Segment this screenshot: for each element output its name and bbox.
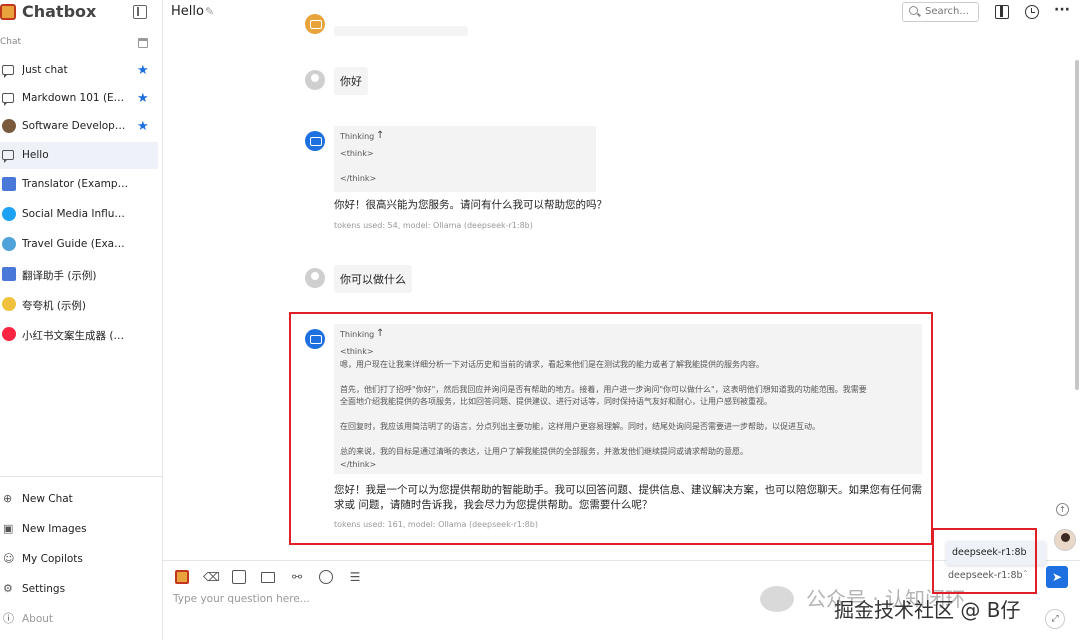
search-input[interactable]: [925, 6, 977, 17]
session-label: 小红书文案生成器 (示例): [22, 330, 130, 342]
split-view-icon[interactable]: [995, 5, 1009, 19]
nav-label: New Images: [22, 523, 87, 535]
sidebar-item-just-chat[interactable]: Just chat ★: [0, 57, 158, 84]
chat-section-header: Chat: [0, 36, 163, 50]
image-upload-icon[interactable]: [232, 570, 246, 584]
watermark-line2: 掘金技术社区 @ B仔: [834, 598, 1021, 622]
star-icon[interactable]: ★: [137, 91, 149, 106]
chat-icon: [2, 93, 14, 106]
session-label: Social Media Influencer (Example): [22, 208, 130, 220]
thinking-label: Thinking: [340, 132, 375, 141]
chat-title: Hello: [171, 4, 204, 19]
message-input[interactable]: [173, 593, 733, 613]
folder-icon[interactable]: [261, 572, 275, 583]
session-label: 翻译助手 (示例): [22, 270, 97, 282]
assistant-message: 你好！很高兴能为您服务。请问有什么我可以帮助您的吗？: [334, 199, 607, 211]
sliders-icon[interactable]: ☰: [348, 570, 362, 584]
globe-icon[interactable]: [319, 570, 333, 584]
model-highlight-box: [932, 528, 1037, 594]
sidebar-item-travel-guide[interactable]: Travel Guide (Example): [0, 231, 158, 258]
user-profile-avatar[interactable]: [1054, 529, 1076, 551]
globe-avatar-icon: [2, 237, 16, 251]
brand: Chatbox: [0, 0, 163, 26]
token-usage: tokens used: 54, model: Ollama (deepseek…: [334, 221, 533, 230]
expand-icon[interactable]: ⤢: [1045, 609, 1065, 629]
robot-icon: ☺: [3, 552, 15, 565]
edit-title-icon[interactable]: ✎: [205, 5, 214, 18]
section-label: Chat: [0, 37, 22, 47]
new-images-button[interactable]: ▣ New Images: [0, 515, 160, 543]
user-message: 你好: [334, 67, 368, 95]
nav-label: My Copilots: [22, 553, 83, 565]
developer-avatar-icon: [2, 119, 16, 133]
star-icon[interactable]: ★: [137, 119, 149, 134]
previous-message-partial: [334, 26, 468, 36]
sidebar-item-markdown[interactable]: Markdown 101 (Example) ★: [0, 85, 158, 112]
sidebar-item-praise-bot[interactable]: 夸夸机 (示例): [0, 291, 158, 318]
chat-icon: [2, 150, 14, 163]
link-icon[interactable]: ⚯: [290, 570, 304, 584]
nav-label: New Chat: [22, 493, 73, 505]
chat-icon: [2, 65, 14, 78]
plus-circle-icon: ⊕: [3, 492, 13, 505]
send-button[interactable]: ➤: [1046, 566, 1068, 588]
sidebar-item-social-media[interactable]: Social Media Influencer (Example): [0, 201, 158, 228]
session-label: 夸夸机 (示例): [22, 300, 87, 312]
messages-scrollbar[interactable]: [1075, 60, 1079, 390]
search-icon: [909, 6, 918, 15]
xhs-avatar-icon: [2, 327, 16, 341]
sidebar-item-software-developer[interactable]: Software Developer (Example) ★: [0, 113, 158, 140]
session-label: Translator (Example): [22, 178, 130, 190]
history-icon[interactable]: [1025, 5, 1039, 19]
user-avatar-icon: [305, 268, 325, 288]
flower-avatar-icon: [2, 297, 16, 311]
translator-avatar-icon: [2, 267, 16, 281]
star-icon[interactable]: ★: [137, 63, 149, 78]
sidebar-item-hello[interactable]: Hello: [0, 142, 158, 169]
thinking-content: <think> </think>: [340, 149, 377, 183]
trash-icon[interactable]: [138, 38, 148, 48]
session-label: Hello: [22, 149, 49, 161]
search-box[interactable]: [902, 2, 979, 22]
copilot-icon[interactable]: [175, 570, 189, 584]
sidebar-item-translator[interactable]: Translator (Example): [0, 171, 158, 198]
sidebar-item-translate-assistant[interactable]: 翻译助手 (示例): [0, 261, 158, 288]
new-chat-button[interactable]: ⊕ New Chat: [0, 485, 160, 513]
collapse-sidebar-icon[interactable]: [133, 5, 147, 19]
nav-label: Settings: [22, 583, 66, 595]
gear-icon: ⚙: [3, 582, 13, 595]
session-label: Just chat: [22, 64, 68, 76]
user-message: 你可以做什么: [334, 265, 412, 293]
eraser-icon[interactable]: ⌫: [203, 570, 220, 584]
twitter-avatar-icon: [2, 207, 16, 221]
wechat-icon: [760, 586, 794, 612]
user-avatar-icon: [305, 70, 325, 90]
info-icon: ⓘ: [3, 612, 14, 625]
session-label: Markdown 101 (Example): [22, 92, 130, 104]
bot-avatar-icon: [305, 14, 325, 34]
nav-label: About: [22, 613, 54, 625]
thinking-block: Thinking ↑ <think> </think>: [334, 126, 596, 192]
my-copilots-button[interactable]: ☺ My Copilots: [0, 545, 160, 573]
image-icon: ▣: [3, 522, 14, 535]
session-label: Travel Guide (Example): [22, 238, 130, 250]
session-label: Software Developer (Example): [22, 120, 130, 132]
app-name: Chatbox: [22, 2, 97, 21]
chatbox-logo-icon: [0, 4, 16, 20]
sidebar-bottom-nav: ⊕ New Chat ▣ New Images ☺ My Copilots ⚙ …: [0, 476, 163, 625]
settings-button[interactable]: ⚙ Settings: [0, 575, 160, 603]
sidebar-item-xhs-generator[interactable]: 小红书文案生成器 (示例): [0, 321, 158, 348]
about-button[interactable]: ⓘ About: [0, 605, 160, 633]
collapse-thinking-icon[interactable]: ↑: [376, 130, 384, 141]
more-options-icon[interactable]: ···: [1054, 3, 1070, 19]
translator-avatar-icon: [2, 177, 16, 191]
scroll-up-icon[interactable]: ↑: [1056, 503, 1069, 516]
highlight-box: [289, 312, 933, 545]
sidebar: Chatbox Chat Just chat ★ Markdown 101 (E…: [0, 0, 163, 640]
assistant-avatar-icon: [305, 131, 325, 151]
chat-header: Hello ✎ ···: [163, 0, 1080, 30]
